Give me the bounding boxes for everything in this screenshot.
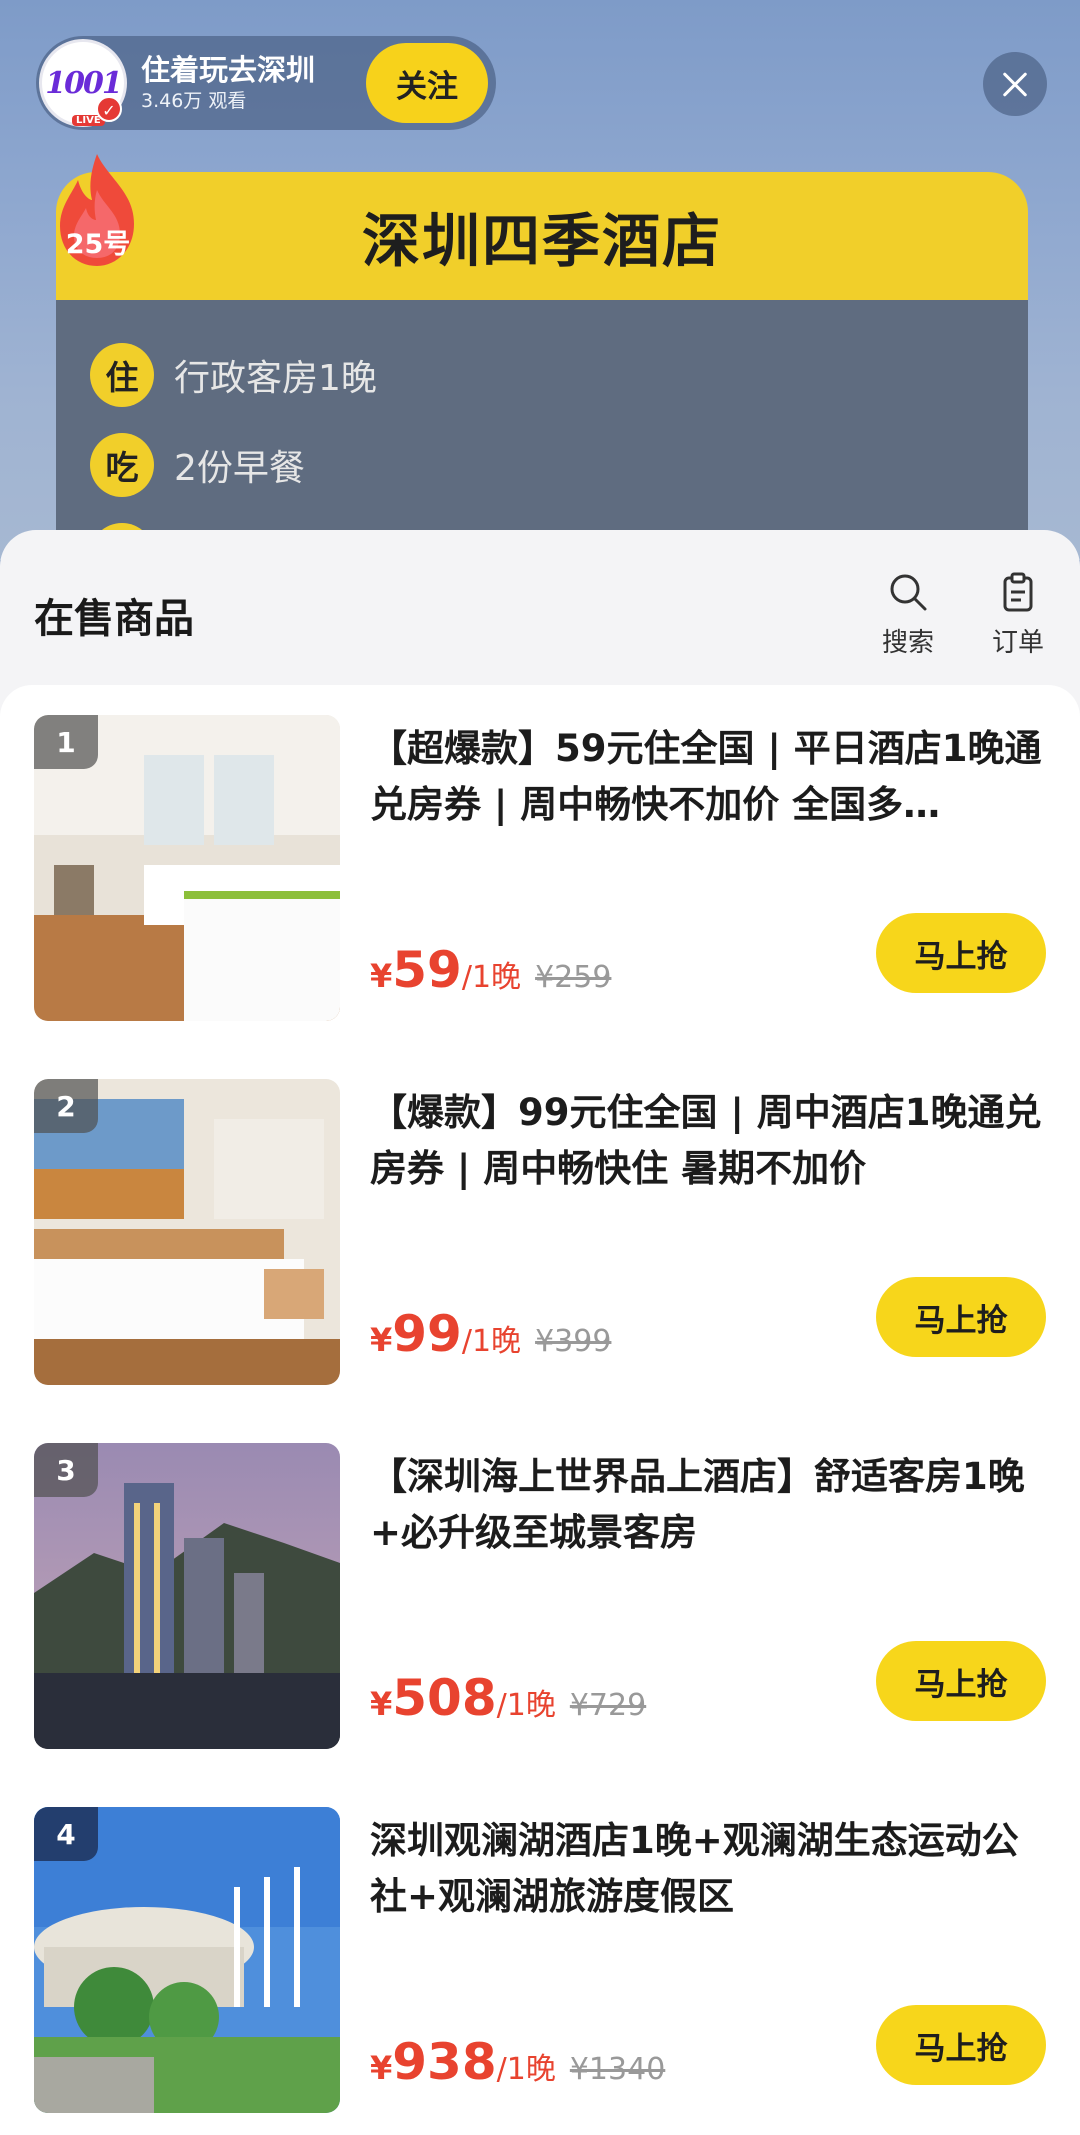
buy-now-button[interactable]: 马上抢 (876, 2005, 1046, 2085)
original-price: ¥259 (535, 960, 612, 995)
search-button[interactable]: 搜索 (868, 572, 948, 659)
original-price: ¥1340 (569, 2052, 666, 2087)
rank-badge: 4 (34, 1807, 98, 1861)
price: ¥ 508 /1晚 ¥729 (370, 1669, 646, 1727)
product-image[interactable]: 4 (34, 1807, 340, 2113)
product-sheet: 在售商品 搜索 订单 1 【超爆款】59元住全国 | 平日酒店1晚通兑房券 | … (0, 530, 1080, 2135)
buy-now-button[interactable]: 马上抢 (876, 913, 1046, 993)
original-price: ¥399 (535, 1324, 612, 1359)
host-bar: 1001 LIVE ✓ 住着玩去深圳 3.46万 观看 关注 (36, 36, 496, 130)
product-image[interactable]: 3 (34, 1443, 340, 1749)
search-icon (890, 574, 927, 611)
price-unit: /1晚 (461, 1324, 522, 1359)
price-amount: 59 (392, 941, 462, 999)
sheet-header: 在售商品 搜索 订单 (0, 530, 1080, 685)
buy-now-button[interactable]: 马上抢 (876, 1277, 1046, 1357)
rank-badge: 1 (34, 715, 98, 769)
price: ¥ 938 /1晚 ¥1340 (370, 2033, 665, 2091)
product-item[interactable]: 3 【深圳海上世界品上酒店】舒适客房1晚+必升级至城景客房 ¥ 508 /1晚 … (0, 1413, 1080, 1777)
price-unit: /1晚 (461, 960, 522, 995)
hotel-card-header: 深圳四季酒店 (56, 172, 1028, 300)
currency-symbol: ¥ (370, 957, 393, 995)
product-title: 【深圳海上世界品上酒店】舒适客房1晚+必升级至城景客房 (370, 1455, 1025, 1554)
price-unit: /1晚 (496, 1688, 556, 1723)
hotel-info-card: 深圳四季酒店 住 行政客房1晚 吃 2份早餐 (56, 172, 1028, 587)
currency-symbol: ¥ (370, 1685, 393, 1723)
rank-badge: 3 (34, 1443, 98, 1497)
sheet-title: 在售商品 (34, 596, 194, 642)
eat-icon: 吃 (90, 433, 154, 497)
price-unit: /1晚 (496, 2052, 556, 2087)
hotel-name: 深圳四季酒店 (361, 207, 722, 275)
host-avatar[interactable]: 1001 LIVE ✓ (39, 39, 127, 127)
rank-badge: 2 (34, 1079, 98, 1133)
perk-item: 住 行政客房1晚 (90, 330, 1028, 420)
buy-now-button[interactable]: 马上抢 (876, 1641, 1046, 1721)
clipboard-icon (1003, 572, 1033, 612)
product-list: 1 【超爆款】59元住全国 | 平日酒店1晚通兑房券 | 周中畅快不加价 全国多… (0, 685, 1080, 2135)
perk-text: 行政客房1晚 (174, 358, 377, 399)
perk-item: 吃 2份早餐 (90, 420, 1028, 510)
price: ¥ 99 /1晚 ¥399 (370, 1305, 611, 1363)
price-amount: 938 (392, 2033, 497, 2091)
close-icon[interactable] (983, 52, 1047, 116)
product-item[interactable]: 4 深圳观澜湖酒店1晚+观澜湖生态运动公社+观澜湖旅游度假区 ¥ 938 /1晚… (0, 1777, 1080, 2135)
viewer-count: 3.46万 观看 (141, 90, 247, 112)
currency-symbol: ¥ (370, 2049, 393, 2087)
perk-text: 2份早餐 (174, 448, 305, 489)
price-amount: 99 (392, 1305, 462, 1363)
verified-check-icon: ✓ (96, 96, 122, 122)
orders-button[interactable]: 订单 (978, 572, 1058, 659)
currency-symbol: ¥ (370, 1321, 393, 1359)
follow-button[interactable]: 关注 (366, 43, 488, 123)
product-image[interactable]: 1 (34, 715, 340, 1021)
product-item[interactable]: 2 【爆款】99元住全国 | 周中酒店1晚通兑房券 | 周中畅快住 暑期不加价 … (0, 1049, 1080, 1413)
host-info: 住着玩去深圳 3.46万 观看 (141, 52, 366, 114)
price-amount: 508 (392, 1669, 497, 1727)
original-price: ¥729 (569, 1688, 647, 1723)
host-name: 住着玩去深圳 (141, 53, 316, 87)
day-badge: 25号 (65, 229, 131, 260)
product-title: 【超爆款】59元住全国 | 平日酒店1晚通兑房券 | 周中畅快不加价 全国多… (370, 727, 1042, 826)
product-title: 【爆款】99元住全国 | 周中酒店1晚通兑房券 | 周中畅快住 暑期不加价 (370, 1091, 1042, 1190)
stay-icon: 住 (90, 343, 154, 407)
product-title: 深圳观澜湖酒店1晚+观澜湖生态运动公社+观澜湖旅游度假区 (370, 1819, 1019, 1918)
product-image[interactable]: 2 (34, 1079, 340, 1385)
orders-label: 订单 (991, 628, 1044, 658)
price: ¥ 59 /1晚 ¥259 (370, 941, 611, 999)
product-item[interactable]: 1 【超爆款】59元住全国 | 平日酒店1晚通兑房券 | 周中畅快不加价 全国多… (0, 685, 1080, 1049)
search-label: 搜索 (881, 628, 934, 658)
